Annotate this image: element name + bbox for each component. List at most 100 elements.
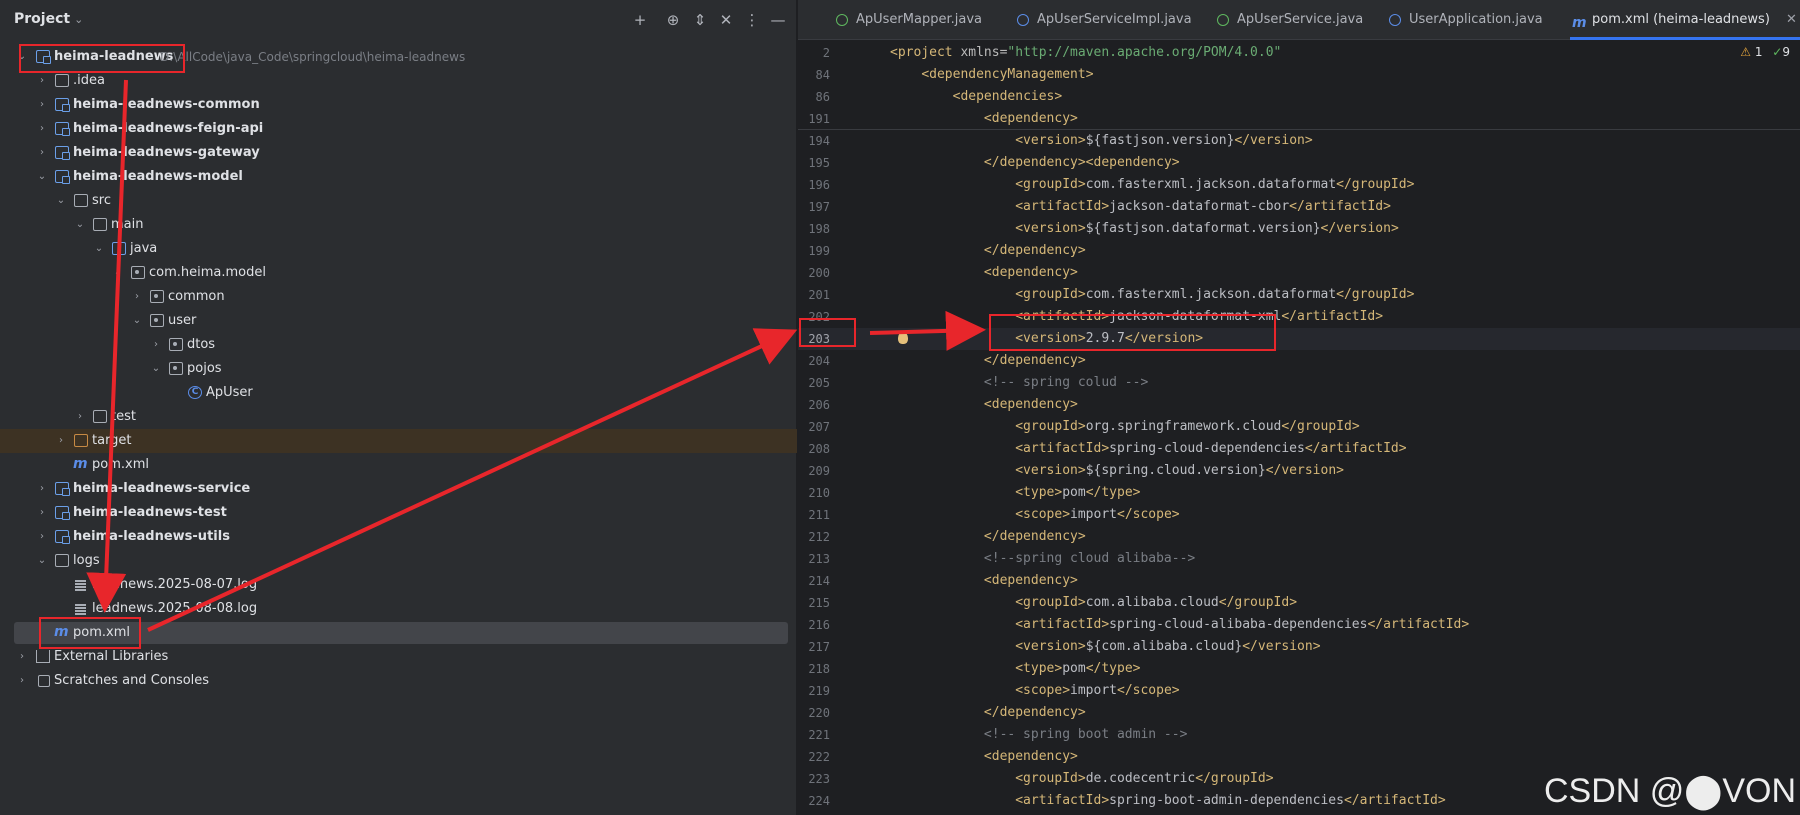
- line-number[interactable]: 198: [798, 218, 830, 240]
- code-line[interactable]: 216 <artifactId>spring-cloud-alibaba-dep…: [798, 614, 1800, 636]
- chevron-down-icon[interactable]: ⌄: [36, 165, 48, 189]
- code-line[interactable]: 212 </dependency>: [798, 526, 1800, 548]
- code-line[interactable]: 205 <!-- spring colud -->: [798, 372, 1800, 394]
- tree-node-test-module[interactable]: › heima-leadnews-test: [0, 501, 797, 525]
- line-number[interactable]: 195: [798, 152, 830, 174]
- chevron-down-icon[interactable]: ⌄: [93, 237, 105, 261]
- locate-icon[interactable]: ⊕: [662, 9, 684, 31]
- line-number[interactable]: 218: [798, 658, 830, 680]
- line-number[interactable]: 203: [798, 328, 830, 350]
- tree-node-apuser-class[interactable]: C ApUser: [0, 381, 797, 405]
- code-line[interactable]: 199 </dependency>: [798, 240, 1800, 262]
- line-number[interactable]: 196: [798, 174, 830, 196]
- code-line[interactable]: 204 </dependency>: [798, 350, 1800, 372]
- tree-node-log-file[interactable]: leadnews.2025-08-08.log: [0, 597, 797, 621]
- chevron-down-icon[interactable]: ⌄: [131, 309, 143, 333]
- line-number[interactable]: 219: [798, 680, 830, 702]
- chevron-down-icon[interactable]: ⌄: [74, 213, 86, 237]
- chevron-down-icon[interactable]: ⌄: [150, 357, 162, 381]
- chevron-right-icon[interactable]: ›: [36, 501, 48, 525]
- chevron-right-icon[interactable]: ›: [55, 429, 67, 453]
- code-line[interactable]: 221 <!-- spring boot admin -->: [798, 724, 1800, 746]
- code-line[interactable]: 209 <version>${spring.cloud.version}</ve…: [798, 460, 1800, 482]
- collapse-all-icon[interactable]: ✕: [715, 9, 737, 31]
- code-line[interactable]: 196 <groupId>com.fasterxml.jackson.dataf…: [798, 174, 1800, 196]
- tab-userapplication[interactable]: UserApplication.java: [1387, 0, 1543, 40]
- tree-node-package-dtos[interactable]: › dtos: [0, 333, 797, 357]
- code-line[interactable]: 220 </dependency>: [798, 702, 1800, 724]
- chevron-right-icon[interactable]: ›: [36, 93, 48, 117]
- tree-node-service-module[interactable]: › heima-leadnews-service: [0, 477, 797, 501]
- tree-node-package-common[interactable]: › common: [0, 285, 797, 309]
- expand-all-icon[interactable]: ⇕: [689, 9, 711, 31]
- line-number[interactable]: 222: [798, 746, 830, 768]
- line-number[interactable]: 216: [798, 614, 830, 636]
- line-number[interactable]: 224: [798, 790, 830, 812]
- code-line[interactable]: 217 <version>${com.alibaba.cloud}</versi…: [798, 636, 1800, 658]
- chevron-down-icon[interactable]: ⌄: [16, 45, 28, 69]
- chevron-down-icon[interactable]: ⌄: [55, 189, 67, 213]
- line-number[interactable]: 194: [798, 130, 830, 152]
- line-number[interactable]: 220: [798, 702, 830, 724]
- sticky-code-line[interactable]: 84 <dependencyManagement>: [798, 64, 1800, 86]
- new-file-icon[interactable]: +: [629, 9, 651, 31]
- code-line[interactable]: 215 <groupId>com.alibaba.cloud</groupId>: [798, 592, 1800, 614]
- tree-node-package-model[interactable]: ⌄ com.heima.model: [0, 261, 797, 285]
- code-line[interactable]: 214 <dependency>: [798, 570, 1800, 592]
- line-number[interactable]: 207: [798, 416, 830, 438]
- code-line[interactable]: 222 <dependency>: [798, 746, 1800, 768]
- line-number[interactable]: 205: [798, 372, 830, 394]
- chevron-right-icon[interactable]: ›: [16, 669, 28, 693]
- line-number[interactable]: 201: [798, 284, 830, 306]
- code-line[interactable]: 206 <dependency>: [798, 394, 1800, 416]
- tab-apuserserviceimpl[interactable]: ApUserServiceImpl.java: [1015, 0, 1192, 40]
- line-number[interactable]: 212: [798, 526, 830, 548]
- line-number[interactable]: 204: [798, 350, 830, 372]
- chevron-down-icon[interactable]: ⌄: [36, 549, 48, 573]
- line-number[interactable]: 191: [798, 108, 830, 130]
- line-number[interactable]: 202: [798, 306, 830, 328]
- code-line[interactable]: 210 <type>pom</type>: [798, 482, 1800, 504]
- code-line[interactable]: 211 <scope>import</scope>: [798, 504, 1800, 526]
- lightbulb-icon[interactable]: [898, 332, 908, 344]
- tree-node-logs[interactable]: ⌄ logs: [0, 549, 797, 573]
- line-number[interactable]: 221: [798, 724, 830, 746]
- tab-apusermapper[interactable]: ApUserMapper.java: [834, 0, 982, 40]
- chevron-right-icon[interactable]: ›: [131, 285, 143, 309]
- tree-node-scratches[interactable]: › Scratches and Consoles: [0, 669, 797, 693]
- line-number[interactable]: 2: [798, 42, 830, 64]
- tree-node-test[interactable]: › test: [0, 405, 797, 429]
- chevron-right-icon[interactable]: ›: [36, 141, 48, 165]
- line-number[interactable]: 213: [798, 548, 830, 570]
- line-number[interactable]: 210: [798, 482, 830, 504]
- tree-node-feign-api-module[interactable]: › heima-leadnews-feign-api: [0, 117, 797, 141]
- tree-node-package-pojos[interactable]: ⌄ pojos: [0, 357, 797, 381]
- chevron-right-icon[interactable]: ›: [36, 117, 48, 141]
- tab-apuserservice[interactable]: ApUserService.java: [1215, 0, 1363, 40]
- line-number[interactable]: 217: [798, 636, 830, 658]
- line-number[interactable]: 209: [798, 460, 830, 482]
- line-number[interactable]: 215: [798, 592, 830, 614]
- code-line[interactable]: 207 <groupId>org.springframework.cloud</…: [798, 416, 1800, 438]
- tree-node-java[interactable]: ⌄ java: [0, 237, 797, 261]
- tree-node-idea[interactable]: › .idea: [0, 69, 797, 93]
- sticky-code-line[interactable]: 86 <dependencies>: [798, 86, 1800, 108]
- current-code-line[interactable]: 203 <version>2.9.7</version>: [798, 328, 1800, 350]
- sticky-code-line[interactable]: 191 <dependency>: [798, 108, 1800, 130]
- tree-node-target[interactable]: › target: [0, 429, 797, 453]
- tree-node-heima-leadnews[interactable]: ⌄ heima-leadnews D:\AllCode\java_Code\sp…: [0, 45, 797, 69]
- hide-icon[interactable]: —: [767, 9, 789, 31]
- chevron-right-icon[interactable]: ›: [74, 405, 86, 429]
- options-icon[interactable]: ⋮: [741, 9, 763, 31]
- tree-node-utils-module[interactable]: › heima-leadnews-utils: [0, 525, 797, 549]
- code-line[interactable]: 197 <artifactId>jackson-dataformat-cbor<…: [798, 196, 1800, 218]
- code-line[interactable]: 200 <dependency>: [798, 262, 1800, 284]
- tree-node-model-module[interactable]: ⌄ heima-leadnews-model: [0, 165, 797, 189]
- code-line[interactable]: 195 </dependency><dependency>: [798, 152, 1800, 174]
- chevron-right-icon[interactable]: ›: [36, 69, 48, 93]
- code-line[interactable]: 219 <scope>import</scope>: [798, 680, 1800, 702]
- code-line[interactable]: 218 <type>pom</type>: [798, 658, 1800, 680]
- tree-node-log-file[interactable]: leadnews.2025-08-07.log: [0, 573, 797, 597]
- code-line[interactable]: 194 <version>${fastjson.version}</versio…: [798, 130, 1800, 152]
- sticky-code-line[interactable]: 2 <project xmlns="http://maven.apache.org…: [798, 42, 1800, 64]
